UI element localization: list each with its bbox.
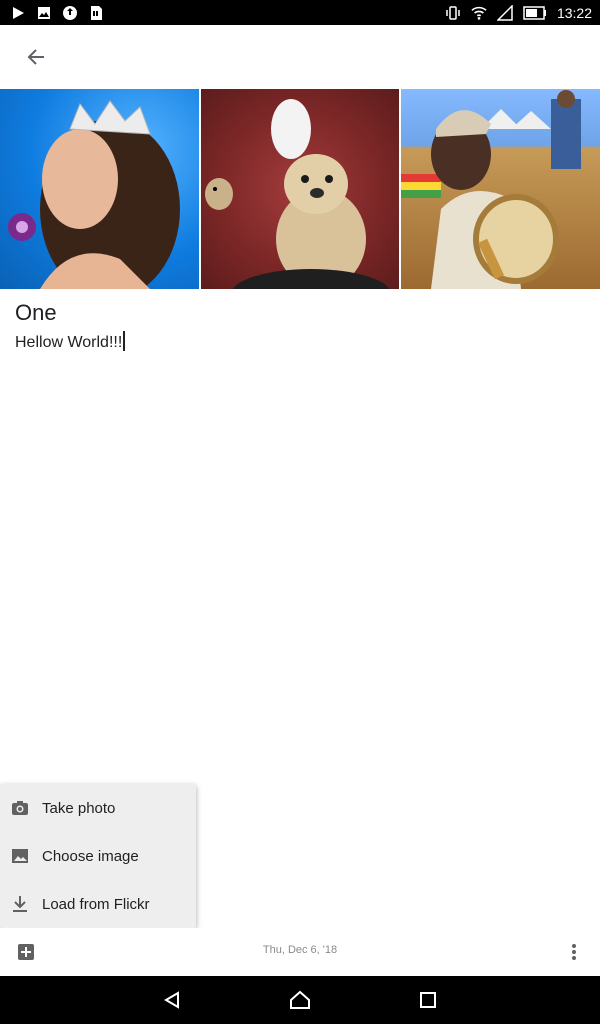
image-icon (10, 846, 30, 866)
vibrate-icon (445, 5, 461, 21)
menu-item-take-photo[interactable]: Take photo (0, 784, 196, 832)
nav-back-button[interactable] (160, 988, 184, 1012)
camera-icon (10, 798, 30, 818)
drummer-photo[interactable] (401, 89, 600, 289)
note-title[interactable]: One (15, 300, 57, 326)
add-content-menu: Take photo Choose image Load from Flickr (0, 784, 196, 928)
sim-icon (88, 5, 104, 21)
menu-item-load-from-flickr[interactable]: Load from Flickr (0, 880, 196, 928)
play-icon (10, 5, 26, 21)
image-icon (36, 5, 52, 21)
menu-item-choose-image[interactable]: Choose image (0, 832, 196, 880)
more-vert-icon (571, 943, 577, 961)
signal-icon (496, 4, 513, 21)
sync-icon (62, 5, 78, 21)
battery-icon (523, 5, 547, 21)
system-nav-bar (0, 976, 600, 1024)
wifi-icon (471, 5, 487, 21)
download-icon (10, 894, 30, 914)
nav-recent-icon (419, 991, 437, 1009)
back-button[interactable] (18, 39, 54, 75)
status-bar: 13:22 (0, 0, 600, 25)
status-time: 13:22 (556, 4, 592, 21)
status-bar-left (10, 5, 104, 21)
nav-home-button[interactable] (288, 988, 312, 1012)
nav-back-icon (162, 990, 182, 1010)
menu-item-label: Load from Flickr (42, 895, 150, 913)
note-image-strip (0, 89, 600, 289)
menu-item-label: Choose image (42, 847, 139, 865)
edited-date: Thu, Dec 6, '18 (262, 944, 338, 956)
dog-photo[interactable] (200, 89, 400, 289)
note-body-text: Hellow World!!! (15, 334, 123, 351)
nav-recent-button[interactable] (416, 988, 440, 1012)
nav-home-icon (289, 990, 311, 1010)
status-bar-right: 13:22 (445, 4, 592, 21)
arrow-back-icon (26, 47, 46, 67)
app-bar (0, 25, 600, 89)
text-cursor (123, 331, 126, 351)
bottom-toolbar: Thu, Dec 6, '18 (0, 928, 600, 976)
note-body-field[interactable]: Hellow World!!! (15, 331, 126, 352)
menu-item-label: Take photo (42, 799, 116, 817)
crowned-woman-photo[interactable] (0, 89, 199, 289)
more-options-button[interactable] (564, 940, 584, 964)
